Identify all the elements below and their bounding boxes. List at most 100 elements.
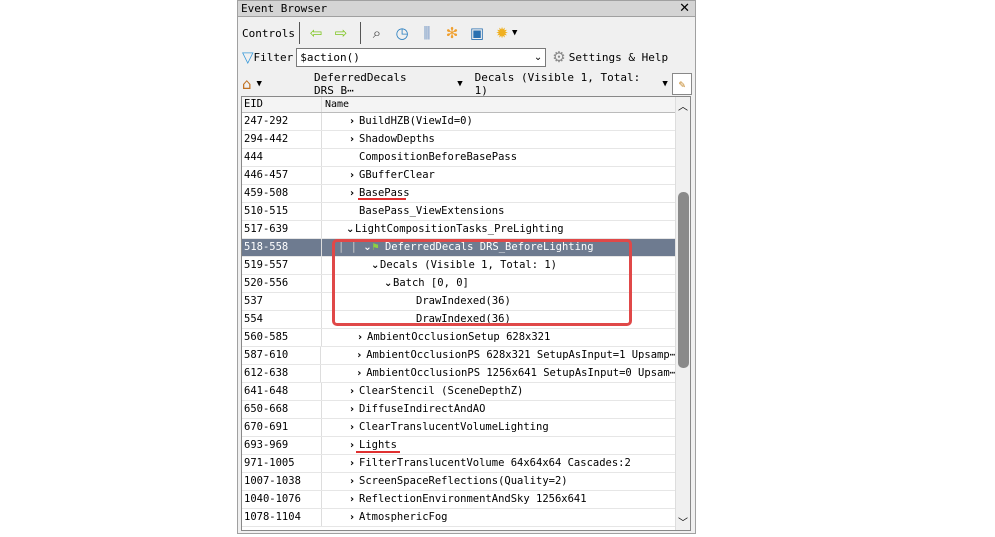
name-cell: › ScreenSpaceReflections(Quality=2) [322, 473, 568, 490]
close-icon[interactable]: ✕ [679, 1, 690, 16]
dropdown-arrow-icon[interactable]: ▼ [257, 79, 262, 89]
eid-cell: 459-508 [242, 185, 322, 202]
table-row[interactable]: 1078-1104 › AtmosphericFog [242, 509, 676, 527]
chevron-down-icon[interactable]: ⌄ [534, 52, 542, 63]
expand-arrow-icon[interactable]: › [358, 329, 367, 346]
table-row[interactable]: 554 DrawIndexed(36) [242, 311, 676, 329]
event-name: DeferredDecals DRS_BeforeLighting [384, 241, 594, 253]
binoculars-icon[interactable]: ⌕ [367, 23, 387, 43]
expand-arrow-icon[interactable]: › [350, 401, 359, 418]
eid-cell: 971-1005 [242, 455, 322, 472]
table-row[interactable]: 247-292 › BuildHZB(ViewId=0) [242, 113, 676, 131]
edit-notes-icon[interactable]: ✎ [671, 73, 692, 95]
event-name: GBufferClear [359, 169, 435, 181]
expand-arrow-icon[interactable]: › [350, 491, 359, 508]
table-row[interactable]: 1040-1076 › ReflectionEnvironmentAndSky 12… [242, 491, 676, 509]
collapse-arrow-icon[interactable]: ⌄ [363, 239, 372, 256]
event-name: AmbientOcclusionPS 1256x641 SetupAsInput… [366, 367, 676, 379]
bookmark-chart-icon[interactable]: ⫼ [417, 23, 437, 43]
scrollbar-thumb[interactable] [678, 192, 689, 368]
table-row[interactable]: 670-691 › ClearTranslucentVolumeLighting [242, 419, 676, 437]
home-icon[interactable]: ⌂ [242, 75, 252, 93]
event-table: EID Name 247-292 › BuildHZB(ViewId=0) 294-4… [241, 96, 691, 531]
expand-arrow-icon[interactable]: › [357, 365, 366, 382]
tree-guide: | | [338, 241, 364, 253]
table-header: EID Name [242, 97, 676, 113]
table-row[interactable]: 560-585 › AmbientOcclusionSetup 628x321 [242, 329, 676, 347]
table-row[interactable]: 537 DrawIndexed(36) [242, 293, 676, 311]
breadcrumb-item[interactable]: DeferredDecals DRS_B⋯ [314, 71, 447, 97]
forward-arrow-icon[interactable]: ⇨ [331, 23, 351, 43]
scroll-up-icon[interactable]: ︿ [678, 98, 688, 113]
table-row[interactable]: 612-638 › AmbientOcclusionPS 1256x641 Setu… [242, 365, 676, 383]
table-row[interactable]: 444 CompositionBeforeBasePass [242, 149, 676, 167]
table-row[interactable]: 518-558 | | ⌄⚑ DeferredDecals DRS_BeforeL… [242, 239, 676, 257]
table-row[interactable]: 641-648 › ClearStencil (SceneDepthZ) [242, 383, 676, 401]
eid-cell: 537 [242, 293, 322, 310]
eid-cell: 520-556 [242, 275, 322, 292]
expand-arrow-icon[interactable]: › [350, 131, 359, 148]
event-name: DrawIndexed(36) [416, 295, 511, 307]
name-cell: ⌄LightCompositionTasks_PreLighting [322, 221, 564, 238]
expand-arrow-icon[interactable]: › [350, 473, 359, 490]
filter-input[interactable]: $action() ⌄ [296, 47, 547, 67]
asterisk-icon[interactable]: ✻ [442, 23, 462, 43]
event-name: AmbientOcclusionPS 628x321 SetupAsInput=… [366, 349, 676, 361]
eid-cell: 1040-1076 [242, 491, 322, 508]
scroll-down-icon[interactable]: ﹀ [678, 514, 688, 529]
name-cell: › ShadowDepths [322, 131, 435, 148]
table-row[interactable]: 459-508 › BasePass [242, 185, 676, 203]
flag-icon: ⚑ [372, 241, 385, 253]
name-cell: › ReflectionEnvironmentAndSky 1256x641 [322, 491, 587, 508]
breadcrumb-item[interactable]: Decals (Visible 1, Total: 1) [475, 71, 653, 97]
dropdown-arrow-icon[interactable]: ▼ [512, 28, 517, 38]
settings-help-button[interactable]: Settings & Help [569, 51, 668, 64]
column-header-name[interactable]: Name [322, 97, 349, 112]
expand-arrow-icon[interactable]: › [357, 347, 366, 364]
collapse-arrow-icon[interactable]: ⌄ [371, 257, 380, 274]
expand-arrow-icon[interactable]: › [350, 419, 359, 436]
column-header-eid[interactable]: EID [242, 97, 322, 112]
expand-arrow-icon[interactable]: › [350, 383, 359, 400]
name-cell: ⌄Decals (Visible 1, Total: 1) [322, 257, 557, 274]
eid-cell: 641-648 [242, 383, 322, 400]
table-row[interactable]: 510-515 BasePass_ViewExtensions [242, 203, 676, 221]
table-row[interactable]: 587-610 › AmbientOcclusionPS 628x321 Setup… [242, 347, 676, 365]
scrollbar[interactable]: ︿ ﹀ [675, 97, 690, 530]
puzzle-icon[interactable]: ✹ [492, 23, 512, 43]
filter-label: Filter [253, 50, 294, 64]
table-row[interactable]: 1007-1038 › ScreenSpaceReflections(Quality… [242, 473, 676, 491]
collapse-arrow-icon[interactable]: ⌄ [384, 275, 393, 292]
event-name: ClearTranslucentVolumeLighting [359, 421, 549, 433]
event-name: ClearStencil (SceneDepthZ) [359, 385, 524, 397]
controls-label: Controls [242, 26, 295, 40]
event-name: DiffuseIndirectAndAO [359, 403, 486, 415]
dropdown-arrow-icon[interactable]: ▼ [662, 79, 667, 89]
expand-arrow-icon[interactable]: › [350, 509, 359, 526]
name-cell: › ClearStencil (SceneDepthZ) [322, 383, 523, 400]
table-row[interactable]: 650-668 › DiffuseIndirectAndAO [242, 401, 676, 419]
eid-cell: 510-515 [242, 203, 322, 220]
table-row[interactable]: 446-457 › GBufferClear [242, 167, 676, 185]
event-name: BuildHZB(ViewId=0) [359, 115, 473, 127]
table-row[interactable]: 517-639 ⌄LightCompositionTasks_PreLightin… [242, 221, 676, 239]
collapse-arrow-icon[interactable]: ⌄ [346, 221, 355, 238]
event-name: DrawIndexed(36) [416, 313, 511, 325]
expand-arrow-icon[interactable]: › [350, 167, 359, 184]
eid-cell: 1007-1038 [242, 473, 322, 490]
dropdown-arrow-icon[interactable]: ▼ [457, 79, 462, 89]
table-row[interactable]: 971-1005 › FilterTranslucentVolume 64x64x6… [242, 455, 676, 473]
save-icon[interactable]: ▣ [467, 23, 487, 43]
back-arrow-icon[interactable]: ⇦ [306, 23, 326, 43]
table-row[interactable]: 294-442 › ShadowDepths [242, 131, 676, 149]
table-row[interactable]: 693-969 › Lights [242, 437, 676, 455]
event-name: Batch [0, 0] [393, 277, 469, 289]
timer-icon[interactable]: ◷ [392, 23, 412, 43]
table-row[interactable]: 519-557 ⌄Decals (Visible 1, Total: 1) [242, 257, 676, 275]
expand-arrow-icon[interactable]: › [350, 455, 359, 472]
eid-cell: 519-557 [242, 257, 322, 274]
gear-icon[interactable]: ⚙ [552, 48, 565, 66]
name-cell: DrawIndexed(36) [322, 311, 511, 328]
table-row[interactable]: 520-556 ⌄Batch [0, 0] [242, 275, 676, 293]
expand-arrow-icon[interactable]: › [350, 113, 359, 130]
